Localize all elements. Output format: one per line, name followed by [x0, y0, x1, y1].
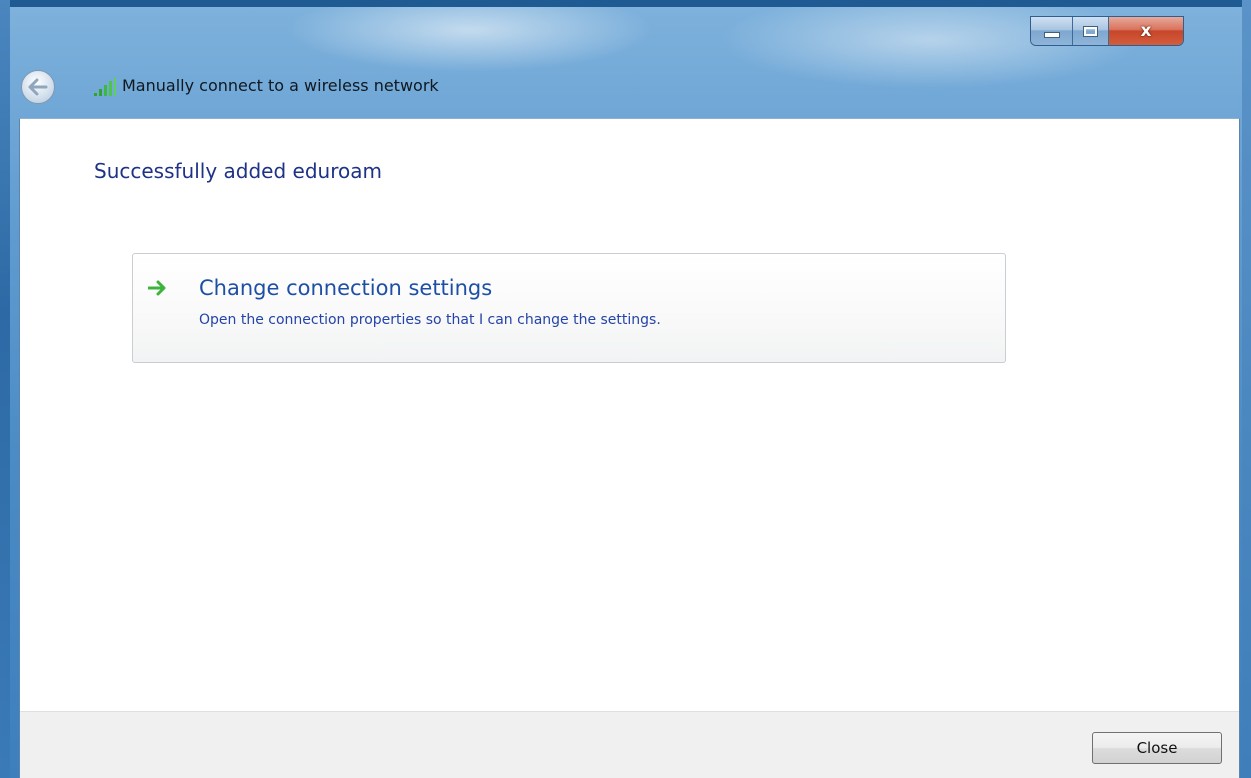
caption-buttons: x	[1030, 16, 1184, 46]
change-connection-settings-option[interactable]: Change connection settings Open the conn…	[132, 253, 1006, 363]
frame-left-edge	[0, 0, 10, 778]
close-icon: x	[1140, 20, 1152, 41]
maximize-icon	[1084, 26, 1097, 36]
window-close-button[interactable]: x	[1109, 17, 1183, 45]
client-area: Successfully added eduroam Change connec…	[19, 118, 1240, 778]
footer-bar: Close	[20, 711, 1239, 778]
window-title: Manually connect to a wireless network	[122, 76, 439, 95]
option-title: Change connection settings	[199, 276, 493, 300]
green-arrow-icon	[148, 280, 166, 296]
minimize-icon	[1043, 32, 1060, 38]
back-arrow-icon	[28, 78, 48, 96]
wireless-wizard-window: x Manually connect to a wireless network…	[0, 0, 1251, 778]
back-button[interactable]	[21, 70, 55, 104]
wireless-signal-icon	[94, 78, 116, 96]
option-description: Open the connection properties so that I…	[199, 312, 661, 328]
frame-right-edge	[1242, 0, 1251, 778]
maximize-button[interactable]	[1073, 17, 1109, 45]
close-button[interactable]: Close	[1092, 732, 1222, 764]
minimize-button[interactable]	[1031, 17, 1073, 45]
page-heading: Successfully added eduroam	[94, 159, 382, 183]
frame-top-edge	[0, 0, 1251, 7]
